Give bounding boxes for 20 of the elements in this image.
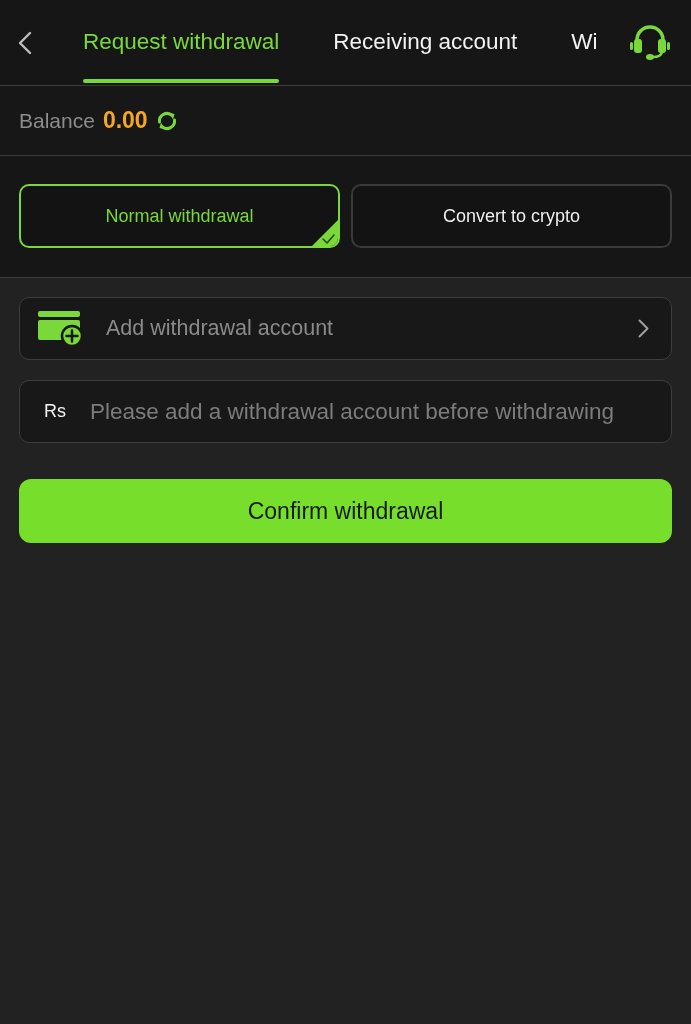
refresh-icon[interactable] [155, 109, 178, 132]
wallet-plus-icon [38, 311, 84, 346]
nav-tab[interactable]: Request withdrawal [83, 0, 280, 85]
headset-icon [629, 24, 671, 61]
back-button[interactable] [18, 30, 32, 55]
balance-label: Balance [19, 108, 95, 133]
amount-input[interactable]: Please add a withdrawal account before withdrawing [90, 398, 663, 425]
currency-label: Rs [44, 401, 66, 422]
withdrawal-type-option[interactable]: Normal withdrawal [19, 184, 340, 248]
back-icon [18, 30, 32, 55]
add-account-row[interactable]: Add withdrawal account [19, 297, 672, 360]
nav-tab[interactable]: Wi [571, 0, 598, 85]
nav-tab[interactable]: Receiving account [333, 0, 518, 85]
balance-amount: 0.00 [102, 107, 148, 134]
check-corner-icon [311, 219, 338, 246]
amount-field[interactable]: Rs Please add a withdrawal account before withdrawing [19, 380, 672, 443]
withdrawal-type-option[interactable]: Convert to crypto [351, 184, 672, 248]
confirm-withdrawal-button[interactable]: Confirm withdrawal [19, 479, 672, 543]
support-button[interactable] [629, 24, 671, 61]
chevron-right-icon [638, 319, 649, 338]
